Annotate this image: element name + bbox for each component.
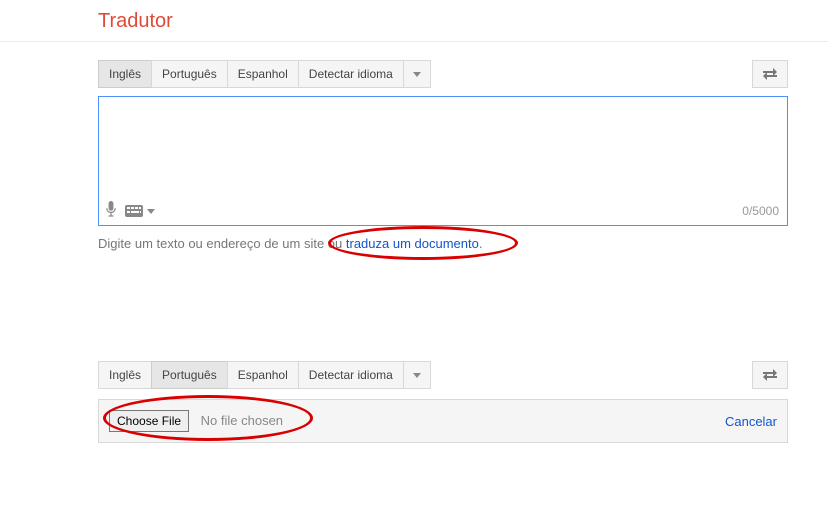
translate-document-link[interactable]: traduza um documento	[346, 236, 479, 251]
translate-panel-top: Inglês Português Espanhol Detectar idiom…	[98, 60, 788, 251]
lang-tab-detectar[interactable]: Detectar idioma	[298, 60, 404, 88]
chevron-down-icon	[413, 72, 421, 77]
lang-dropdown-2[interactable]	[403, 361, 431, 389]
hint-prefix: Digite um texto ou endereço de um site o…	[98, 236, 346, 251]
input-footer: 0/5000	[105, 201, 779, 221]
source-text-container: 0/5000	[98, 96, 788, 226]
swap-languages-button-2[interactable]	[752, 361, 788, 389]
source-lang-row: Inglês Português Espanhol Detectar idiom…	[98, 60, 788, 88]
lang-tab-portugues-2[interactable]: Português	[151, 361, 228, 389]
app-title: Tradutor	[98, 10, 173, 32]
keyboard-icon	[125, 205, 143, 217]
lang-tab-ingles-2[interactable]: Inglês	[98, 361, 152, 389]
lang-dropdown[interactable]	[403, 60, 431, 88]
lang-tab-ingles[interactable]: Inglês	[98, 60, 152, 88]
translate-panel-bottom: Inglês Português Espanhol Detectar idiom…	[98, 361, 788, 443]
chevron-down-icon	[413, 373, 421, 378]
hint-suffix: .	[479, 236, 483, 251]
char-counter: 0/5000	[742, 204, 779, 218]
lang-tab-portugues[interactable]: Português	[151, 60, 228, 88]
file-upload-row: Choose File No file chosen Cancelar	[98, 399, 788, 443]
source-lang-row-2: Inglês Português Espanhol Detectar idiom…	[98, 361, 788, 389]
swap-icon	[762, 67, 778, 81]
swap-languages-button[interactable]	[752, 60, 788, 88]
hint-text: Digite um texto ou endereço de um site o…	[98, 236, 788, 251]
swap-icon	[762, 368, 778, 382]
chevron-down-icon	[147, 209, 155, 214]
cancel-link[interactable]: Cancelar	[725, 414, 777, 429]
choose-file-button[interactable]: Choose File	[109, 410, 189, 432]
lang-tab-espanhol-2[interactable]: Espanhol	[227, 361, 299, 389]
mic-icon[interactable]	[105, 201, 117, 221]
lang-tab-detectar-2[interactable]: Detectar idioma	[298, 361, 404, 389]
keyboard-toggle[interactable]	[125, 205, 155, 217]
source-text-input[interactable]	[99, 97, 787, 197]
lang-tab-espanhol[interactable]: Espanhol	[227, 60, 299, 88]
no-file-label: No file chosen	[201, 413, 283, 428]
